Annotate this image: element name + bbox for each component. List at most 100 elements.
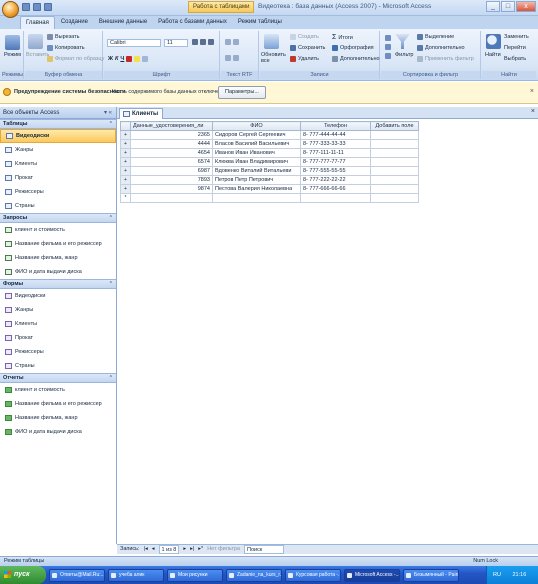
nav-item[interactable]: Клиенты (0, 317, 116, 331)
close-icon[interactable]: × (530, 88, 534, 95)
new-record-row[interactable]: * (120, 193, 419, 203)
nav-item[interactable]: клиент и стоимость (0, 383, 116, 397)
font-name-dropdown[interactable]: Calibri (107, 39, 161, 47)
table-cell[interactable]: Иванов Иван Иванович (212, 148, 301, 158)
align-buttons[interactable] (192, 39, 214, 45)
last-record-icon[interactable]: ▸| (190, 545, 194, 554)
collapse-icon[interactable]: ⌃ (109, 120, 113, 129)
new-row-marker[interactable]: * (120, 193, 131, 203)
table-cell[interactable]: Петров Петр Петрович (212, 175, 301, 185)
nav-item[interactable]: ФИО и дата выдачи диска (0, 425, 116, 439)
selection-button[interactable]: Выделение (417, 34, 454, 40)
column-header[interactable]: Данные_удостоверения_ли (130, 121, 213, 131)
nav-item[interactable]: Название фильма и его режиссер (0, 237, 116, 251)
nav-section-header[interactable]: Таблицы ⌃ (0, 119, 116, 129)
new-record-icon[interactable]: ▸* (198, 545, 203, 554)
table-cell[interactable]: 9874 (130, 184, 213, 194)
table-cell[interactable]: Пестова Валерия Николаевна (212, 184, 301, 194)
chevron-down-icon[interactable]: ▾ « (104, 107, 112, 119)
gridlines-icon[interactable] (142, 56, 149, 62)
table-cell[interactable]: 8- 777-333-33-33 (300, 139, 371, 149)
table-cell[interactable]: 8- 777-444-44-44 (300, 130, 371, 140)
list-buttons[interactable] (225, 55, 239, 61)
sort-buttons[interactable] (385, 35, 391, 59)
table-cell[interactable]: Сидоров Сергей Сергеевич (212, 130, 301, 140)
table-cell[interactable]: 8- 777-777-77-77 (300, 157, 371, 167)
goto-button[interactable]: Перейти (504, 45, 526, 51)
expand-icon[interactable]: + (120, 184, 131, 194)
table-row[interactable]: +6987 Вдовенко Виталий Витальеви 8- 777-55… (120, 166, 419, 176)
undo-icon[interactable] (33, 3, 41, 11)
language-indicator[interactable]: RU (493, 572, 501, 578)
taskbar-button[interactable]: Microsoft Access -... (344, 568, 400, 582)
collapse-icon[interactable]: ⌃ (109, 374, 113, 383)
taskbar-button[interactable]: Мои рисунки (167, 568, 223, 582)
table-row[interactable]: +7893 Петров Петр Петрович 8- 777-222-22-2… (120, 175, 419, 185)
find-button[interactable]: Найти (485, 52, 501, 58)
refresh-all-button[interactable]: Обновить все (261, 52, 286, 64)
close-icon[interactable]: × (531, 108, 535, 115)
search-field[interactable]: Поиск (243, 545, 284, 554)
table-cell-empty[interactable] (370, 166, 419, 176)
table-cell-empty[interactable] (370, 148, 419, 158)
table-cell[interactable]: 2365 (130, 130, 213, 140)
table-cell-empty[interactable] (370, 130, 419, 140)
copy-button[interactable]: Копировать (47, 45, 85, 51)
font-style-buttons[interactable]: Ж К Ч (108, 56, 149, 62)
table-cell[interactable]: 8- 777-555-55-55 (300, 166, 371, 176)
table-cell[interactable]: 4444 (130, 139, 213, 149)
minimize-button[interactable]: _ (486, 1, 500, 12)
spelling-button[interactable]: Орфография (332, 45, 374, 51)
document-tab[interactable]: Клиенты (119, 108, 164, 119)
table-cell-empty[interactable] (370, 157, 419, 167)
nav-section-header[interactable]: Формы ⌃ (0, 279, 116, 289)
start-button[interactable]: пуск (0, 566, 46, 584)
first-record-icon[interactable]: |◂ (144, 545, 148, 554)
replace-button[interactable]: Заменить (504, 34, 529, 40)
cut-button[interactable]: Вырезать (47, 34, 79, 40)
table-row[interactable]: +9874 Пестова Валерия Николаевна 8- 777-66… (120, 184, 419, 194)
taskbar-button[interactable]: Безымянный - Paint (403, 568, 459, 582)
nav-item[interactable]: Страны (0, 199, 116, 213)
table-cell[interactable]: 6574 (130, 157, 213, 167)
table-cell[interactable]: Клюква Иван Владимирович (212, 157, 301, 167)
select-all-cell[interactable] (120, 121, 131, 131)
nav-item[interactable]: Прокат (0, 171, 116, 185)
redo-icon[interactable] (44, 3, 52, 11)
expand-icon[interactable]: + (120, 175, 131, 185)
table-cell[interactable]: 6987 (130, 166, 213, 176)
tab-datasheet[interactable]: Режим таблицы (233, 16, 287, 29)
tab-home[interactable]: Главная (20, 16, 55, 29)
taskbar-button[interactable]: Zadanie_na_kurs_r... (226, 568, 282, 582)
table-row[interactable]: +2365 Сидоров Сергей Сергеевич 8- 777-444-… (120, 130, 419, 140)
delete-record-button[interactable]: Удалить (290, 56, 319, 62)
bold-icon[interactable]: Ж (108, 56, 113, 62)
collapse-icon[interactable]: ⌃ (109, 214, 113, 223)
nav-item[interactable]: Название фильма, жанр (0, 251, 116, 265)
more-records-button[interactable]: Дополнительно (332, 56, 380, 62)
expand-icon[interactable]: + (120, 166, 131, 176)
nav-item[interactable]: Название фильма, жанр (0, 411, 116, 425)
table-cell-empty[interactable] (300, 193, 371, 203)
filter-button[interactable]: Фильтр (395, 52, 413, 58)
paste-button[interactable]: Вставить (26, 52, 49, 58)
font-color-icon[interactable] (126, 56, 133, 62)
taskbar-button[interactable]: учеба алик (108, 568, 164, 582)
table-cell[interactable]: 8- 777-666-66-66 (300, 184, 371, 194)
next-record-icon[interactable]: ▸ (183, 545, 186, 554)
taskbar-button[interactable]: Ответы@Mail.Ru:... (49, 568, 105, 582)
table-cell[interactable]: 7893 (130, 175, 213, 185)
format-painter-button[interactable]: Формат по образцу (47, 56, 104, 62)
record-position-input[interactable]: 1 из 8 (158, 545, 180, 554)
column-header[interactable]: ФИО (212, 121, 301, 131)
nav-header[interactable]: Все объекты Access ▾ « (0, 107, 116, 119)
nav-item[interactable]: Режиссеры (0, 345, 116, 359)
nav-item[interactable]: Страны (0, 359, 116, 373)
nav-item[interactable]: Жанры (0, 143, 116, 157)
collapse-icon[interactable]: ⌃ (109, 280, 113, 289)
table-row[interactable]: +4444 Власов Василий Васильевич 8- 777-333… (120, 139, 419, 149)
nav-item[interactable]: Клиенты (0, 157, 116, 171)
nav-item[interactable]: ФИО и дата выдачи диска (0, 265, 116, 279)
rich-text-buttons[interactable] (225, 39, 239, 45)
nav-section-header[interactable]: Запросы ⌃ (0, 213, 116, 223)
